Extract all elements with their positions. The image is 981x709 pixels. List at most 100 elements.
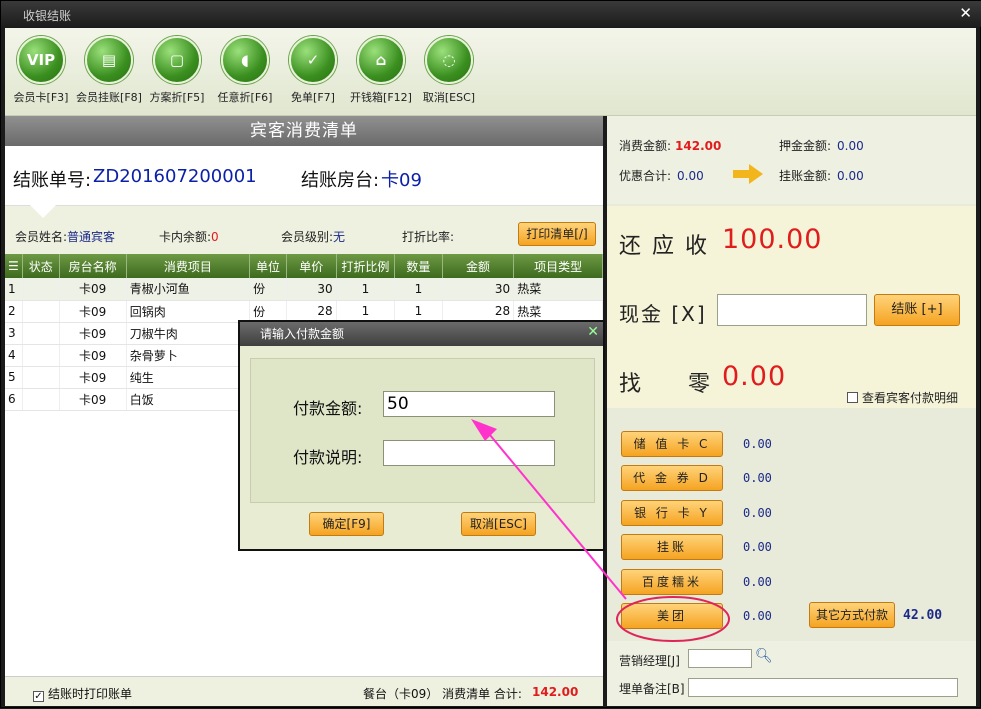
amount-label: 付款金额: [293, 399, 363, 418]
column-header[interactable]: 状态 [22, 254, 60, 278]
checkout-window: 收银结账 ✕ VIP 会员卡[F3] ▤ 会员挂账[F8] ▢ 方案折[F5] ◖ 任意折[F… [0, 0, 981, 708]
table-cell-status [22, 388, 60, 411]
column-header[interactable]: 房台名称 [59, 254, 127, 278]
table-row[interactable]: 2 卡09 回锅肉份 28 1 1 28 热菜 [5, 300, 603, 323]
settle-button[interactable]: 结账 [+] [874, 294, 960, 326]
guest-payment-detail-checkbox[interactable]: 查看宾客付款明细 [847, 389, 958, 406]
bill-no-label: 结账单号: [13, 170, 92, 191]
payment-button-5[interactable]: 美团 [621, 603, 723, 629]
search-icon[interactable]: 🔍︎ [755, 648, 773, 664]
table-cell-qty: 1 [394, 300, 443, 323]
bill-table-label: 结账房台: [301, 170, 380, 191]
payment-button-1[interactable]: 代 金 券 D [621, 465, 723, 491]
due-area: 还 应 收 100.00 现金 [X] 结账 [+] 找 零 0.00 查看宾客… [607, 206, 976, 408]
column-header[interactable]: 项目类型 [513, 254, 603, 278]
table-cell-table: 卡09 [59, 344, 127, 367]
column-header[interactable]: 数量 [394, 254, 443, 278]
due-value: 100.00 [722, 224, 823, 255]
column-header[interactable]: 金额 [442, 254, 515, 278]
dialog-ok-button[interactable]: 确定[F9] [309, 512, 384, 536]
payment-button-2[interactable]: 银 行 卡 Y [621, 500, 723, 526]
payment-button-0[interactable]: 储 值 卡 C [621, 431, 723, 457]
toolbar-button-1[interactable]: ▤ 会员挂账[F8] [73, 36, 145, 105]
payment-panel: 消费金额: 142.00 押金金额: 0.00 优惠合计: 0.00 挂账金额: 0.0… [607, 116, 976, 706]
payment-value-0: 0.00 [743, 437, 772, 451]
deposit-label: 押金金额: [779, 139, 832, 153]
payment-button-3[interactable]: 挂账 [621, 534, 723, 560]
toolbar-button-4[interactable]: ✓ 免单[F7] [277, 36, 349, 105]
column-header[interactable]: 单位 [249, 254, 287, 278]
cash-input[interactable] [717, 294, 867, 326]
table-cell-status [22, 278, 60, 301]
print-on-checkout-checkbox[interactable]: ✓ 结账时打印账单 [33, 685, 132, 702]
manager-label: 营销经理[J] [619, 654, 680, 668]
toolbar: VIP 会员卡[F3] ▤ 会员挂账[F8] ▢ 方案折[F5] ◖ 任意折[F6] ✓ 免单[F… [5, 28, 976, 116]
table-cell-unit: 份 [249, 300, 287, 323]
table-cell-table: 卡09 [59, 300, 127, 323]
arrow-right-icon [733, 164, 763, 184]
column-header[interactable]: 单价 [286, 254, 337, 278]
amount-summary: 消费金额: 142.00 押金金额: 0.00 优惠合计: 0.00 挂账金额: 0.0… [607, 116, 976, 204]
toolbar-button-label: 取消[ESC] [422, 91, 476, 104]
table-cell-disc: 1 [336, 300, 396, 323]
table-cell-table: 卡09 [59, 322, 127, 345]
checkbox-unchecked-icon [847, 392, 858, 403]
column-header[interactable]: ☰ [5, 254, 23, 278]
change-value: 0.00 [722, 361, 787, 392]
column-header[interactable]: 消费项目 [126, 254, 251, 278]
toolbar-button-label: 方案折[F5] [149, 91, 205, 104]
other-payment-button[interactable]: 其它方式付款 [809, 602, 895, 628]
bill-info: 结账单号: ZD201607200001 结账房台: 卡09 [5, 146, 603, 206]
toolbar-button-5[interactable]: ⌂ 开钱箱[F12] [345, 36, 417, 105]
payment-value-3: 0.00 [743, 540, 772, 554]
member-name: 普通宾客 [67, 230, 116, 244]
dialog-cancel-button[interactable]: 取消[ESC] [461, 512, 536, 536]
table-cell-status [22, 344, 60, 367]
vip-card-icon: VIP [17, 36, 65, 84]
bill-header: 宾客消费清单 [5, 116, 603, 146]
note-input[interactable] [383, 440, 555, 466]
member-credit-icon: ▤ [85, 36, 133, 84]
bill-no-value: ZD201607200001 [93, 166, 257, 187]
payment-button-4[interactable]: 百度糯米 [621, 569, 723, 595]
toolbar-button-label: 会员卡[F3] [13, 91, 69, 104]
bill-notch [29, 204, 57, 218]
card-balance-label: 卡内余额: [159, 230, 212, 244]
member-level: 无 [333, 230, 346, 244]
table-row[interactable]: 1 卡09 青椒小河鱼份 30 1 1 30 热菜 [5, 278, 603, 301]
free-bill-icon: ✓ [289, 36, 337, 84]
toolbar-button-3[interactable]: ◖ 任意折[F6] [209, 36, 281, 105]
change-label: 找 零 [619, 372, 712, 397]
toolbar-button-label: 会员挂账[F8] [76, 91, 142, 104]
amount-input[interactable]: 50 [383, 391, 555, 417]
dialog-close-icon[interactable]: ✕ [587, 324, 599, 340]
member-name-label: 会员姓名: [15, 230, 68, 244]
toolbar-button-2[interactable]: ▢ 方案折[F5] [141, 36, 213, 105]
table-cell-amount: 28 [442, 300, 515, 323]
close-icon[interactable]: ✕ [959, 4, 972, 22]
table-cell-amount: 30 [442, 278, 515, 301]
table-cell-table: 卡09 [59, 366, 127, 389]
manager-input[interactable] [688, 649, 752, 668]
print-list-button[interactable]: 打印清单[/] [518, 222, 596, 246]
payment-value-4: 0.00 [743, 575, 772, 589]
toolbar-button-6[interactable]: ◌ 取消[ESC] [413, 36, 485, 105]
bill-footer: ✓ 结账时打印账单 餐台（卡09） 消费清单 合计: 142.00 [5, 676, 603, 706]
column-header[interactable]: 打折比例 [336, 254, 396, 278]
toolbar-button-0[interactable]: VIP 会员卡[F3] [5, 36, 77, 105]
deposit-value: 0.00 [837, 139, 864, 153]
scheme-discount-icon: ▢ [153, 36, 201, 84]
member-strip: 会员姓名:普通宾客 卡内余额:0 会员级别:无 打折比率: 打印清单[/] [5, 206, 603, 254]
table-cell-n: 2 [5, 300, 23, 323]
table-cell-item: 青椒小河鱼 [126, 278, 251, 301]
dialog-form: 付款金额: 50 付款说明: [250, 358, 595, 503]
toolbar-button-label: 任意折[F6] [217, 91, 273, 104]
member-level-label: 会员级别: [281, 230, 334, 244]
payment-value-1: 0.00 [743, 471, 772, 485]
table-cell-type: 热菜 [513, 278, 603, 301]
remark-input[interactable] [688, 678, 958, 697]
table-cell-type: 热菜 [513, 300, 603, 323]
card-balance: 0 [211, 230, 219, 244]
table-cell-item: 回锅肉 [126, 300, 251, 323]
dialog-title: 请输入付款金额 [240, 322, 603, 346]
